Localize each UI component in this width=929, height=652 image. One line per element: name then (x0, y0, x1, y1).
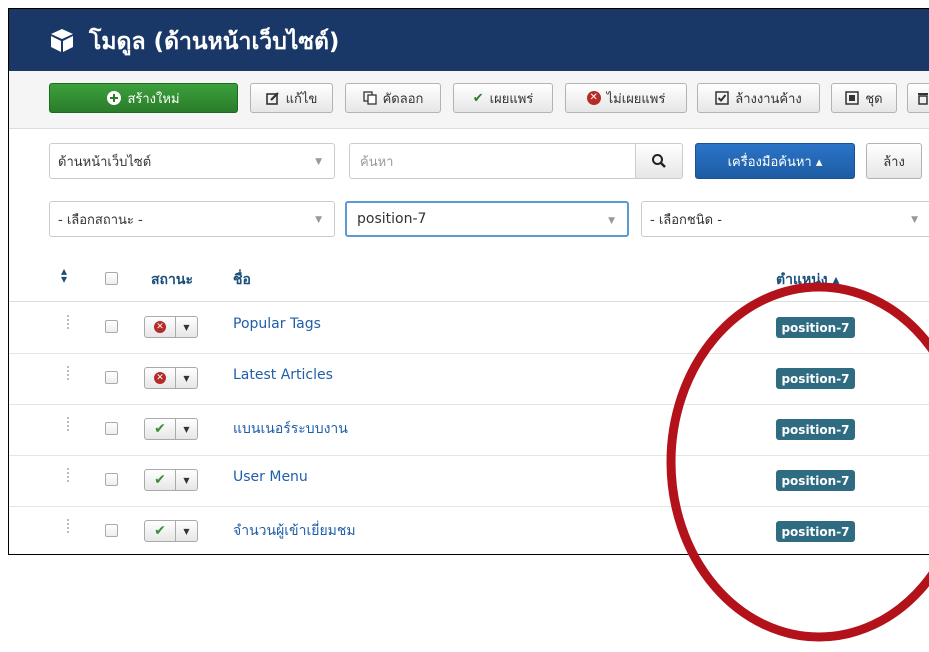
new-button[interactable]: สร้างใหม่ (49, 83, 238, 113)
search-tools-label: เครื่องมือค้นหา ▴ (727, 154, 823, 170)
position-column-header[interactable]: ตำแหน่ง ▴ (776, 269, 840, 291)
copy-icon (362, 91, 377, 105)
trash-icon (918, 93, 928, 105)
check-icon: ✔ (472, 90, 484, 106)
row-checkbox[interactable] (105, 371, 118, 384)
status-toggle[interactable]: ✕ ▼ (144, 367, 198, 389)
batch-button-label: ชุด (865, 91, 883, 107)
caret-down-icon[interactable]: ▼ (176, 316, 198, 338)
chevron-down-icon: ▼ (608, 216, 615, 226)
x-circle-icon: ✕ (154, 372, 166, 384)
caret-down-icon[interactable]: ▼ (176, 418, 198, 440)
position-badge: position-7 (776, 470, 855, 491)
row-checkbox[interactable] (105, 473, 118, 486)
status-toggle[interactable]: ✕ ▼ (144, 316, 198, 338)
module-title-link[interactable]: Popular Tags (233, 316, 321, 332)
type-select[interactable]: - เลือกชนิด - ▼ (641, 201, 929, 237)
module-title-link[interactable]: User Menu (233, 469, 308, 485)
table-row: ✕ ▼ Latest Articles position-7 (9, 353, 929, 405)
status-column-header[interactable]: สถานะ (151, 269, 193, 291)
x-circle-icon: ✕ (586, 91, 601, 105)
published-button[interactable]: ✔ (144, 520, 176, 542)
chevron-down-icon: ▼ (911, 215, 918, 225)
drag-handle-icon[interactable] (67, 366, 71, 380)
table-row: ✔ ▼ แบนเนอร์ระบบงาน position-7 (9, 404, 929, 456)
drag-handle-icon[interactable] (67, 315, 71, 329)
chevron-down-icon: ▼ (315, 157, 322, 167)
edit-button[interactable]: แก้ไข (250, 83, 333, 113)
check-icon: ✔ (154, 421, 166, 437)
publish-button-label: เผยแพร่ (489, 91, 534, 107)
table-row: ✕ ▼ Popular Tags position-7 (9, 302, 929, 354)
checkin-button[interactable]: ล้างงานค้าง (697, 83, 820, 113)
unpublish-button-label: ไม่เผยแพร่ (606, 91, 666, 107)
table-header: ▴ ▾ สถานะ ชื่อ ตำแหน่ง ▴ (9, 257, 929, 302)
row-checkbox[interactable] (105, 422, 118, 435)
checkin-button-label: ล้างงานค้าง (735, 91, 802, 107)
edit-icon (265, 92, 279, 105)
cube-icon (51, 29, 73, 52)
page-header: โมดูล (ด้านหน้าเว็บไซต์) (9, 9, 929, 71)
copy-button-label: คัดลอก (382, 91, 424, 107)
checkbox-checked-icon (715, 91, 729, 105)
module-title-link[interactable]: จำนวนผู้เข้าเยี่ยมชม (233, 520, 356, 542)
check-icon: ✔ (154, 472, 166, 488)
batch-button[interactable]: ชุด (831, 83, 897, 113)
unpublished-button[interactable]: ✕ (144, 316, 176, 338)
published-button[interactable]: ✔ (144, 418, 176, 440)
status-toggle[interactable]: ✔ ▼ (144, 520, 198, 542)
row-checkbox[interactable] (105, 524, 118, 537)
title-column-header[interactable]: ชื่อ (233, 269, 251, 291)
status-toggle[interactable]: ✔ ▼ (144, 469, 198, 491)
state-select-value: - เลือกสถานะ - (58, 212, 143, 228)
status-toggle[interactable]: ✔ ▼ (144, 418, 198, 440)
drag-handle-icon[interactable] (67, 468, 71, 482)
clear-button[interactable]: ล้าง (866, 143, 922, 179)
caret-down-icon[interactable]: ▼ (176, 469, 198, 491)
search-icon (652, 154, 666, 168)
position-badge: position-7 (776, 317, 855, 338)
caret-down-icon[interactable]: ▼ (176, 367, 198, 389)
module-title-link[interactable]: แบนเนอร์ระบบงาน (233, 418, 348, 440)
batch-icon (845, 91, 860, 105)
check-icon: ✔ (154, 523, 166, 539)
published-button[interactable]: ✔ (144, 469, 176, 491)
chevron-down-icon: ▼ (315, 215, 322, 225)
page-title: โมดูล (ด้านหน้าเว็บไซต์) (89, 29, 340, 55)
caret-down-icon[interactable]: ▼ (176, 520, 198, 542)
position-badge: position-7 (776, 419, 855, 440)
search-button[interactable] (635, 143, 683, 179)
unpublished-button[interactable]: ✕ (144, 367, 176, 389)
x-circle-icon: ✕ (154, 321, 166, 333)
search-placeholder: ค้นหา (360, 154, 394, 170)
module-title-link[interactable]: Latest Articles (233, 367, 333, 383)
type-select-value: - เลือกชนิด - (650, 212, 722, 228)
clear-button-label: ล้าง (883, 154, 905, 170)
edit-button-label: แก้ไข (285, 91, 318, 107)
trash-button[interactable] (907, 83, 929, 113)
search-input[interactable]: ค้นหา (349, 143, 635, 179)
drag-handle-icon[interactable] (67, 417, 71, 431)
search-tools-button[interactable]: เครื่องมือค้นหา ▴ (695, 143, 855, 179)
unpublish-button[interactable]: ✕ ไม่เผยแพร่ (565, 83, 687, 113)
position-select-value: position-7 (357, 211, 427, 227)
position-badge: position-7 (776, 368, 855, 389)
client-select[interactable]: ด้านหน้าเว็บไซต์ ▼ (49, 143, 335, 179)
new-button-label: สร้างใหม่ (127, 91, 180, 107)
copy-button[interactable]: คัดลอก (345, 83, 441, 113)
client-select-value: ด้านหน้าเว็บไซต์ (58, 154, 152, 170)
position-badge: position-7 (776, 521, 855, 542)
module-manager-window: โมดูล (ด้านหน้าเว็บไซต์) สร้างใหม่ แก้ไข… (8, 8, 929, 555)
publish-button[interactable]: ✔ เผยแพร่ (453, 83, 553, 113)
sort-ordering-icon[interactable]: ▴ ▾ (61, 265, 67, 285)
toolbar: สร้างใหม่ แก้ไข คัดลอก ✔ เผยแพร่ ✕ ไม่เผ… (9, 71, 929, 129)
row-checkbox[interactable] (105, 320, 118, 333)
table-row: ✔ ▼ จำนวนผู้เข้าเยี่ยมชม position-7 (9, 506, 929, 554)
plus-circle-icon (107, 91, 122, 105)
table-row: ✔ ▼ User Menu position-7 (9, 455, 929, 507)
state-select[interactable]: - เลือกสถานะ - ▼ (49, 201, 335, 237)
select-all-checkbox[interactable] (105, 272, 118, 285)
position-select[interactable]: position-7 ▼ (345, 201, 629, 237)
drag-handle-icon[interactable] (67, 519, 71, 533)
